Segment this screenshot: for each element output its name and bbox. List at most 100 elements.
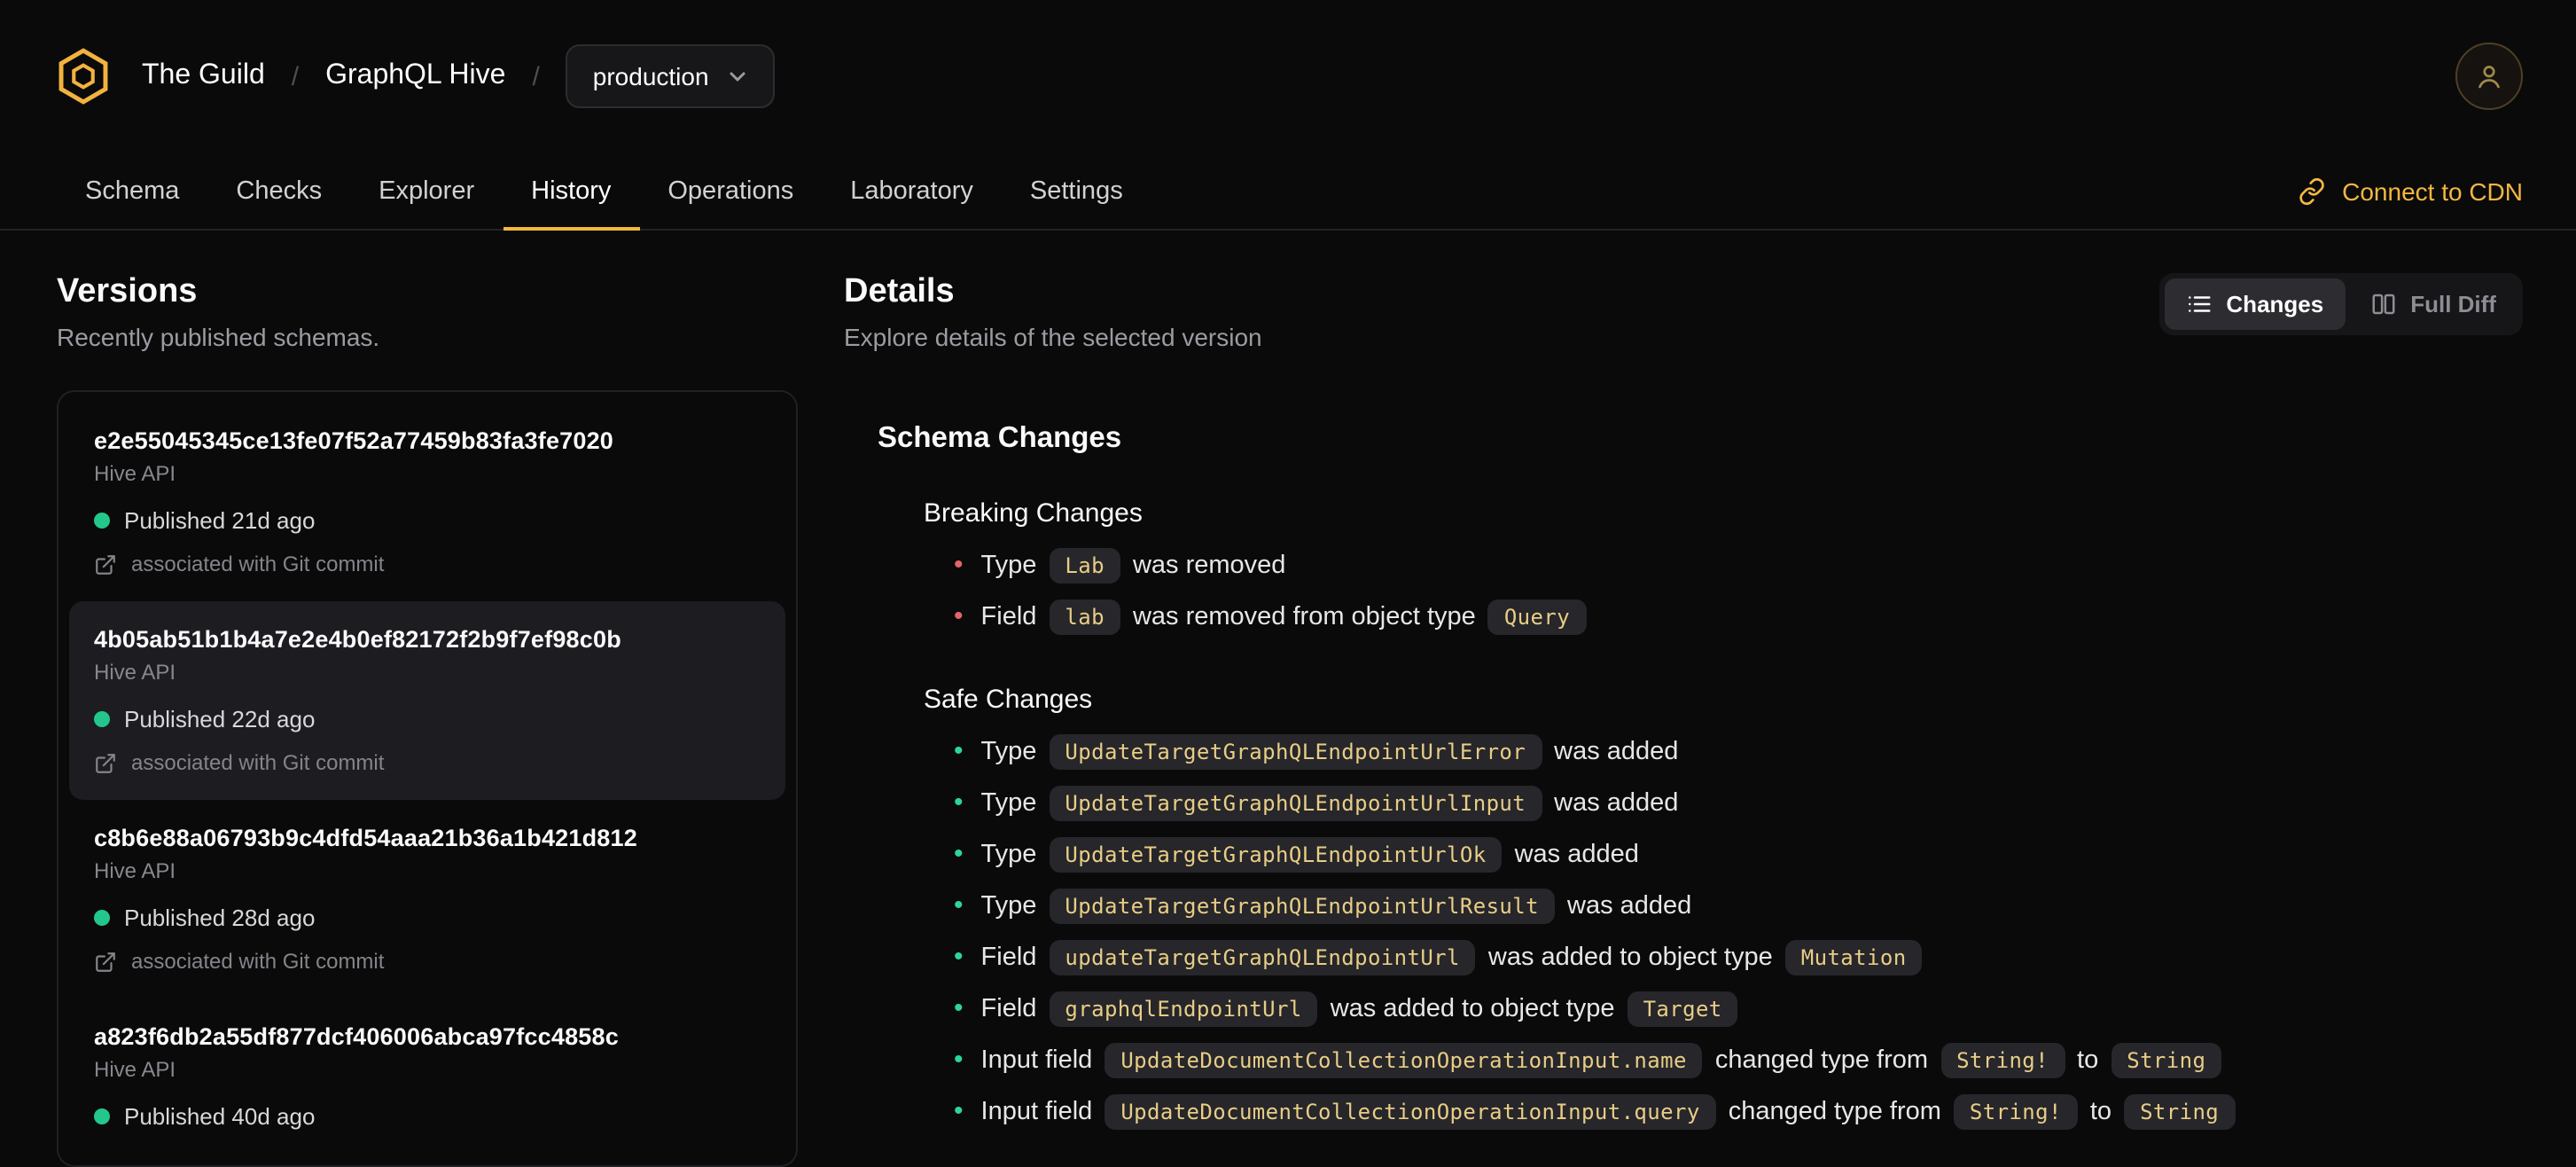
breaking-changes-section: Breaking Changes Type Lab was removed Field… xyxy=(878,498,2523,642)
change-text: Type xyxy=(980,788,1037,817)
tab-laboratory[interactable]: Laboratory xyxy=(822,153,1002,229)
change-text: was added xyxy=(1514,840,1639,868)
change-text: Type xyxy=(980,551,1037,579)
change-item: Input field UpdateDocumentCollectionOpera… xyxy=(954,1085,2523,1137)
change-text: to xyxy=(2077,1046,2099,1074)
details-panel: Details Explore details of the selected … xyxy=(844,273,2523,1167)
versions-list[interactable]: e2e55045345ce13fe07f52a77459b83fa3fe7020… xyxy=(57,390,798,1167)
change-text: Type xyxy=(980,840,1037,868)
full-diff-view-button[interactable]: Full Diff xyxy=(2348,278,2517,330)
view-toggle: Changes Full Diff xyxy=(2158,273,2523,335)
breadcrumb-separator: / xyxy=(291,61,300,91)
code-chip: String xyxy=(2111,1042,2222,1077)
change-text: was added xyxy=(1567,891,1692,920)
tab-settings[interactable]: Settings xyxy=(1002,153,1151,229)
changes-view-button[interactable]: Changes xyxy=(2164,278,2346,330)
main-content: Versions Recently published schemas. e2e… xyxy=(0,231,2576,1167)
version-published-label: Published 40d ago xyxy=(124,1103,316,1130)
safe-changes-section: Safe Changes Type UpdateTargetGraphQLEndp… xyxy=(878,685,2523,1137)
full-diff-view-label: Full Diff xyxy=(2410,291,2496,317)
change-item: Type UpdateTargetGraphQLEndpointUrlResult… xyxy=(954,880,2523,931)
change-text: Field xyxy=(980,602,1037,630)
version-published: Published 22d ago xyxy=(94,706,761,732)
change-text: to xyxy=(2089,1097,2112,1125)
code-chip: String! xyxy=(1940,1042,2065,1077)
published-dot-icon xyxy=(94,1108,110,1124)
breadcrumb: The Guild / GraphQL Hive / production xyxy=(142,44,775,108)
code-chip: graphqlEndpointUrl xyxy=(1049,991,1318,1026)
details-heading-block: Details Explore details of the selected … xyxy=(844,273,1262,351)
version-git-association: associated with Git commit xyxy=(94,750,761,775)
change-text: Input field xyxy=(980,1046,1093,1074)
version-published: Published 40d ago xyxy=(94,1103,761,1130)
main-nav: Schema Checks Explorer History Operations Lab… xyxy=(0,153,2576,231)
change-text: was removed from object type xyxy=(1132,602,1476,630)
version-published-label: Published 22d ago xyxy=(124,706,316,732)
versions-title: Versions xyxy=(57,273,198,310)
published-dot-icon xyxy=(94,513,110,529)
code-chip: String! xyxy=(1953,1093,2078,1129)
version-list-item[interactable]: a823f6db2a55df877dcf406006abca97fcc4858c… xyxy=(69,999,785,1155)
change-item: Type UpdateTargetGraphQLEndpointUrlError w… xyxy=(954,725,2523,777)
versions-subtitle: Recently published schemas. xyxy=(57,323,380,351)
version-published-label: Published 21d ago xyxy=(124,507,316,534)
safe-changes-title: Safe Changes xyxy=(924,685,1093,715)
tab-schema[interactable]: Schema xyxy=(57,153,207,229)
nav-tabs: Schema Checks Explorer History Operations Lab… xyxy=(57,153,1151,231)
person-icon xyxy=(2473,60,2505,92)
change-text: was added xyxy=(1554,788,1679,817)
version-git-label: associated with Git commit xyxy=(131,750,385,775)
code-chip: String xyxy=(2124,1093,2236,1129)
code-chip: UpdateDocumentCollectionOperationInput.n… xyxy=(1105,1042,1703,1077)
change-text: Input field xyxy=(980,1097,1093,1125)
code-chip: Query xyxy=(1487,599,1587,634)
change-text: was added to object type xyxy=(1487,943,1773,971)
change-item: Type UpdateTargetGraphQLEndpointUrlOk was … xyxy=(954,828,2523,880)
columns-icon xyxy=(2369,291,2396,317)
connect-to-cdn-label: Connect to CDN xyxy=(2342,176,2523,205)
link-icon xyxy=(2298,176,2326,205)
breadcrumb-org[interactable]: The Guild xyxy=(142,60,265,92)
target-selector[interactable]: production xyxy=(566,44,775,108)
published-dot-icon xyxy=(94,711,110,727)
connect-to-cdn-link[interactable]: Connect to CDN xyxy=(2298,153,2523,229)
code-chip: UpdateTargetGraphQLEndpointUrlError xyxy=(1049,733,1542,769)
code-chip: updateTargetGraphQLEndpointUrl xyxy=(1049,939,1476,975)
tab-explorer[interactable]: Explorer xyxy=(350,153,503,229)
details-title: Details xyxy=(844,273,955,310)
code-chip: UpdateTargetGraphQLEndpointUrlInput xyxy=(1049,785,1542,820)
target-selector-value: production xyxy=(592,62,709,90)
tab-checks[interactable]: Checks xyxy=(207,153,350,229)
version-list-item[interactable]: c8b6e88a06793b9c4dfd54aaa21b36a1b421d812… xyxy=(69,800,785,999)
version-service: Hive API xyxy=(94,461,176,486)
change-item: Field updateTargetGraphQLEndpointUrl was a… xyxy=(954,931,2523,983)
external-link-icon xyxy=(94,950,117,973)
details-header: Details Explore details of the selected … xyxy=(844,273,2523,351)
list-icon xyxy=(2185,291,2212,317)
version-published: Published 21d ago xyxy=(94,507,761,534)
hive-logo-icon[interactable] xyxy=(57,48,110,105)
schema-changes-title: Schema Changes xyxy=(878,422,1122,454)
version-published-label: Published 28d ago xyxy=(124,905,316,931)
change-text: was added to object type xyxy=(1330,994,1615,1022)
breadcrumb-separator: / xyxy=(532,61,540,91)
version-hash: c8b6e88a06793b9c4dfd54aaa21b36a1b421d812 xyxy=(94,825,637,851)
version-service: Hive API xyxy=(94,1057,176,1082)
user-avatar[interactable] xyxy=(2455,43,2523,110)
external-link-icon xyxy=(94,751,117,774)
tab-history[interactable]: History xyxy=(503,153,640,231)
app-root: The Guild / GraphQL Hive / production Sc… xyxy=(0,0,2576,1167)
breaking-changes-title: Breaking Changes xyxy=(924,498,1143,529)
breadcrumb-project[interactable]: GraphQL Hive xyxy=(325,60,505,92)
tab-operations[interactable]: Operations xyxy=(639,153,822,229)
version-hash: e2e55045345ce13fe07f52a77459b83fa3fe7020 xyxy=(94,427,614,454)
version-list-item[interactable]: e2e55045345ce13fe07f52a77459b83fa3fe7020… xyxy=(69,403,785,601)
version-git-association: associated with Git commit xyxy=(94,552,761,576)
code-chip: UpdateTargetGraphQLEndpointUrlOk xyxy=(1049,836,1503,872)
version-published: Published 28d ago xyxy=(94,905,761,931)
top-header: The Guild / GraphQL Hive / production xyxy=(0,0,2576,153)
version-list-item[interactable]: 4b05ab51b1b4a7e2e4b0ef82172f2b9f7ef98c0b… xyxy=(69,601,785,800)
chevron-down-icon xyxy=(727,66,748,87)
change-text: was added xyxy=(1554,737,1679,765)
